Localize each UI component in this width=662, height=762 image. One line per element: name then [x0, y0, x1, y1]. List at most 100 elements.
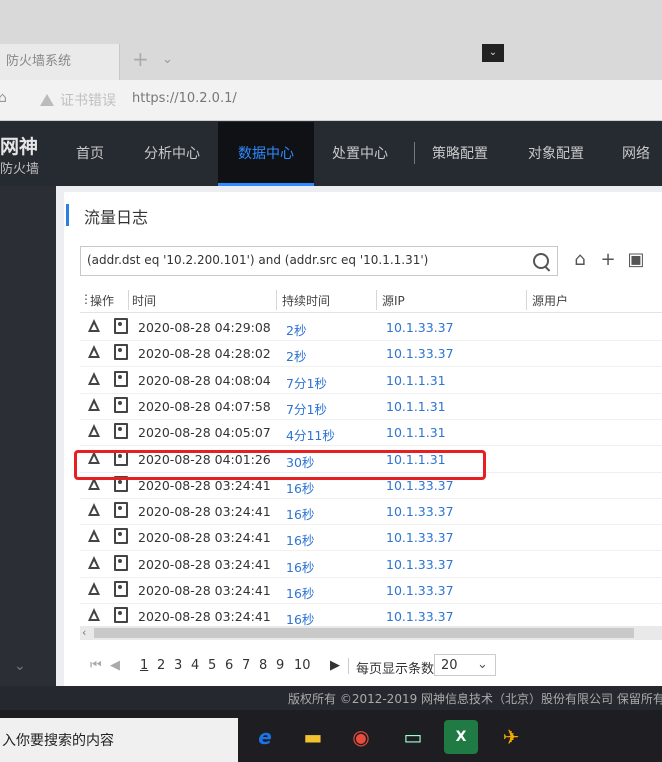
add-icon[interactable]: +	[598, 250, 618, 270]
cell-src-ip[interactable]: 10.1.1.31	[386, 425, 446, 440]
window-chevron-icon[interactable]: ⌄	[482, 44, 504, 62]
alert-icon[interactable]	[88, 319, 100, 332]
cell-duration[interactable]: 2秒	[286, 320, 306, 339]
cell-src-ip[interactable]: 10.1.33.37	[386, 609, 454, 624]
page-6[interactable]: 6	[225, 658, 233, 673]
alert-icon[interactable]	[88, 582, 100, 595]
page-2[interactable]: 2	[157, 658, 165, 673]
cell-src-ip[interactable]: 10.1.33.37	[386, 583, 454, 598]
horizontal-scrollbar[interactable]: ‹	[80, 626, 662, 640]
page-10[interactable]: 10	[294, 658, 311, 673]
cell-src-ip[interactable]: 10.1.1.31	[386, 373, 446, 388]
detail-icon[interactable]	[114, 581, 128, 597]
alert-icon[interactable]	[88, 608, 100, 622]
alert-icon[interactable]	[88, 397, 100, 411]
page-7[interactable]: 7	[242, 658, 250, 673]
cell-src-ip[interactable]: 10.1.33.37	[386, 320, 454, 335]
cell-src-ip[interactable]: 10.1.33.37	[386, 346, 454, 361]
nav-home[interactable]: 首页	[76, 122, 104, 186]
search-icon[interactable]	[533, 253, 549, 269]
cell-duration[interactable]: 16秒	[286, 504, 314, 523]
page-4[interactable]: 4	[191, 658, 199, 673]
clear-filter-icon[interactable]: ⌂	[570, 250, 590, 270]
next-page-icon[interactable]: ▶	[330, 658, 340, 673]
nav-network[interactable]: 网络配	[622, 122, 662, 226]
excel-icon[interactable]: X	[444, 720, 478, 754]
alert-icon[interactable]	[88, 529, 100, 543]
cell-src-ip[interactable]: 10.1.33.37	[386, 504, 454, 519]
detail-icon[interactable]	[114, 528, 128, 545]
page-1[interactable]: 1	[140, 658, 148, 673]
table-row[interactable]: 2020-08-28 04:05:07 4分11秒 10.1.1.31	[80, 419, 662, 447]
nav-analysis[interactable]: 分析中心	[144, 122, 200, 186]
page-9[interactable]: 9	[276, 658, 284, 673]
save-icon[interactable]: ▣	[626, 250, 646, 270]
chevron-down-icon[interactable]: ⌄	[162, 52, 173, 67]
alert-icon[interactable]	[88, 345, 100, 359]
detail-icon[interactable]	[114, 502, 128, 519]
detail-icon[interactable]	[114, 396, 128, 413]
table-row[interactable]: 2020-08-28 03:24:41 16秒 10.1.33.37	[80, 524, 662, 552]
cell-duration[interactable]: 16秒	[286, 557, 314, 576]
alert-icon[interactable]	[88, 503, 100, 517]
cell-duration[interactable]: 4分11秒	[286, 425, 335, 444]
prev-page-icon[interactable]: ◀	[110, 658, 120, 673]
cell-duration[interactable]: 16秒	[286, 478, 314, 497]
browser-tab[interactable]: 防火墙系统	[0, 44, 120, 80]
header-src-ip[interactable]: 源IP	[382, 292, 405, 309]
ie-browser-icon[interactable]: e	[248, 720, 282, 754]
chrome-icon[interactable]: ◉	[344, 720, 378, 754]
cell-duration[interactable]: 7分1秒	[286, 373, 327, 392]
detail-icon[interactable]	[114, 318, 128, 334]
page-3[interactable]: 3	[174, 658, 182, 673]
detail-icon[interactable]	[114, 370, 128, 387]
detail-icon[interactable]	[114, 554, 128, 571]
cell-duration[interactable]: 16秒	[286, 583, 314, 602]
cell-src-ip[interactable]: 10.1.33.37	[386, 557, 454, 572]
column-divider[interactable]	[526, 290, 527, 310]
file-explorer-icon[interactable]: ▬	[296, 720, 330, 754]
taskbar-search-input[interactable]: 入你要搜索的内容	[0, 718, 238, 762]
alert-icon[interactable]	[88, 555, 100, 569]
cell-duration[interactable]: 2秒	[286, 346, 306, 365]
column-divider[interactable]	[276, 290, 277, 310]
alert-icon[interactable]	[88, 371, 100, 385]
cell-duration[interactable]: 16秒	[286, 530, 314, 549]
column-divider[interactable]	[376, 290, 377, 310]
table-row[interactable]: 2020-08-28 03:24:41 16秒 10.1.33.37	[80, 577, 662, 604]
new-tab-icon[interactable]: +	[132, 49, 150, 69]
table-row[interactable]: 2020-08-28 04:08:04 7分1秒 10.1.1.31	[80, 367, 662, 394]
cell-duration[interactable]: 7分1秒	[286, 399, 327, 418]
detail-icon[interactable]	[114, 607, 128, 624]
per-page-select[interactable]: 20 ⌄	[434, 654, 496, 676]
home-icon[interactable]: ⌂	[0, 90, 7, 106]
table-row[interactable]: 2020-08-28 03:24:41 16秒 10.1.33.37	[80, 498, 662, 526]
cell-src-ip[interactable]: 10.1.33.37	[386, 530, 454, 545]
page-5[interactable]: 5	[208, 658, 216, 673]
column-divider[interactable]	[128, 290, 129, 310]
header-time[interactable]: 时间	[132, 292, 156, 309]
app-icon[interactable]: ✈	[494, 720, 528, 754]
nav-policy[interactable]: 策略配置	[432, 122, 488, 186]
url-input[interactable]: https://10.2.0.1/	[132, 91, 237, 106]
page-8[interactable]: 8	[259, 658, 267, 673]
nav-response[interactable]: 处置中心	[332, 122, 388, 186]
detail-icon[interactable]	[114, 344, 128, 361]
table-row[interactable]: 2020-08-28 04:28:02 2秒 10.1.33.37	[80, 340, 662, 368]
sidebar-chevron-icon[interactable]: ⌄	[14, 658, 26, 674]
table-row[interactable]: 2020-08-28 03:24:41 16秒 10.1.33.37	[80, 551, 662, 578]
remote-desktop-icon[interactable]: ▭	[396, 720, 430, 754]
nav-data-center[interactable]: 数据中心	[218, 122, 314, 186]
header-duration[interactable]: 持续时间	[282, 292, 330, 309]
alert-icon[interactable]	[88, 424, 100, 438]
header-src-user[interactable]: 源用户	[532, 292, 568, 309]
cell-src-ip[interactable]: 10.1.33.37	[386, 478, 454, 493]
scrollbar-thumb[interactable]	[94, 628, 634, 638]
table-row[interactable]: 2020-08-28 04:29:08 2秒 10.1.33.37	[80, 314, 662, 341]
first-page-icon[interactable]: ⏮	[90, 658, 102, 673]
detail-icon[interactable]	[114, 423, 128, 440]
cert-warning[interactable]: 证书错误	[40, 88, 116, 112]
cell-src-ip[interactable]: 10.1.1.31	[386, 399, 446, 414]
scroll-left-icon[interactable]: ‹	[82, 626, 86, 639]
nav-object[interactable]: 对象配置	[528, 122, 584, 186]
